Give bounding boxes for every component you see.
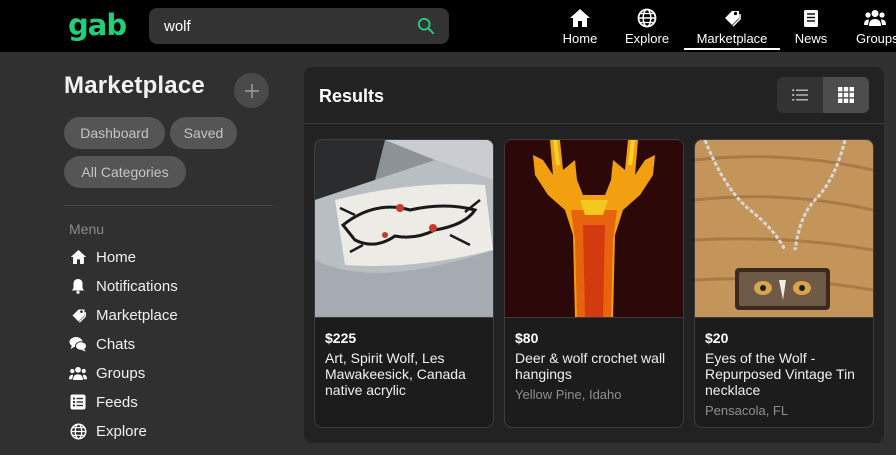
listing-title[interactable]: Deer & wolf crochet wall hangings (515, 350, 677, 382)
list-view-icon (792, 89, 808, 101)
listing-card[interactable]: $80 Deer & wolf crochet wall hangings Ye… (504, 139, 684, 428)
listing-location: Yellow Pine, Idaho (515, 387, 622, 402)
sidebar-item-home[interactable]: Home (69, 246, 136, 268)
sidebar-item-label: Home (96, 248, 137, 266)
home-icon (569, 8, 591, 28)
sidebar-item-marketplace[interactable]: Marketplace (69, 304, 178, 326)
listing-image-crochet-deer[interactable] (505, 140, 683, 318)
listing-image-spirit-wolf[interactable] (315, 140, 493, 318)
sidebar-item-label: Explore (96, 422, 147, 440)
nav-home-label: Home (562, 31, 598, 46)
results-title: Results (319, 86, 385, 106)
grid-view-icon (838, 87, 854, 103)
grid-view-button[interactable] (823, 77, 869, 113)
nav-marketplace[interactable]: Marketplace (684, 0, 780, 52)
listing-card[interactable]: $225 Art, Spirit Wolf, Les Mawakeesick, … (314, 139, 494, 428)
feeds-icon (69, 393, 87, 411)
tag-icon (721, 8, 743, 28)
chat-icon (69, 335, 87, 353)
saved-button[interactable]: Saved (170, 117, 237, 149)
gab-logo[interactable]: gab (68, 8, 127, 42)
listing-card[interactable]: $20 Eyes of the Wolf - Repurposed Vintag… (694, 139, 874, 428)
search-input[interactable] (149, 8, 409, 44)
sidebar-item-feeds[interactable]: Feeds (69, 391, 138, 413)
sidebar-title: Marketplace (64, 72, 205, 99)
globe-icon (69, 422, 87, 440)
panel-divider (304, 123, 884, 124)
nav-groups[interactable]: Groups (854, 0, 896, 52)
sidebar-item-label: Chats (96, 335, 136, 353)
add-listing-button[interactable] (234, 73, 269, 108)
sidebar-item-label: Feeds (96, 393, 138, 411)
tag-icon (69, 306, 87, 324)
nav-marketplace-label: Marketplace (696, 31, 768, 46)
listing-title[interactable]: Art, Spirit Wolf, Les Mawakeesick, Canad… (325, 350, 487, 398)
listing-price: $80 (515, 330, 539, 346)
menu-heading: Menu (69, 221, 105, 237)
list-view-button[interactable] (777, 77, 823, 113)
plus-icon (244, 83, 259, 98)
sidebar-item-notifications[interactable]: Notifications (69, 275, 178, 297)
listing-price: $225 (325, 330, 357, 346)
home-icon (69, 248, 87, 266)
bell-icon (69, 277, 87, 295)
sidebar-item-label: Groups (96, 364, 146, 382)
sidebar-item-explore[interactable]: Explore (69, 420, 147, 442)
search-icon[interactable] (417, 17, 435, 35)
sidebar-divider (64, 205, 273, 206)
nav-explore-label: Explore (624, 31, 670, 46)
top-navigation-bar: gab Home Explore Marketplace News (0, 0, 896, 52)
newspaper-icon (800, 8, 822, 28)
all-categories-button[interactable]: All Categories (64, 156, 186, 188)
sidebar-item-label: Notifications (96, 277, 178, 295)
search-box (149, 8, 449, 44)
nav-groups-label: Groups (856, 31, 896, 46)
nav-home[interactable]: Home (563, 0, 597, 52)
sidebar-item-label: Marketplace (96, 306, 178, 324)
globe-icon (636, 8, 658, 28)
sidebar-item-groups[interactable]: Groups (69, 362, 145, 384)
listing-image-wolf-necklace[interactable] (695, 140, 873, 318)
nav-news[interactable]: News (795, 0, 827, 52)
sidebar-item-chats[interactable]: Chats (69, 333, 135, 355)
dashboard-button[interactable]: Dashboard (64, 117, 165, 149)
listing-location: Pensacola, FL (705, 403, 789, 418)
groups-icon (69, 364, 87, 382)
nav-explore[interactable]: Explore (625, 0, 669, 52)
groups-icon (864, 8, 886, 28)
view-toggle (777, 77, 869, 113)
results-panel: Results $225 Art, Spirit Wolf, Les Mawak… (304, 67, 884, 443)
listing-title[interactable]: Eyes of the Wolf - Repurposed Vintage Ti… (705, 350, 867, 398)
nav-news-label: News (794, 31, 828, 46)
listing-price: $20 (705, 330, 729, 346)
